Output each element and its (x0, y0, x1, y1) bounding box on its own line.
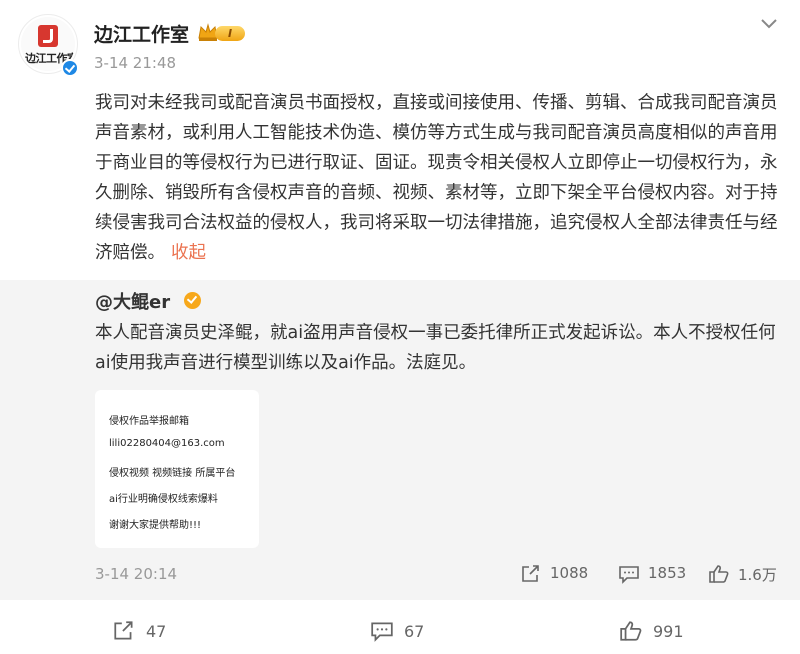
repost-share-count: 1088 (550, 564, 589, 582)
share-icon (114, 621, 133, 640)
chevron-down-icon[interactable] (760, 18, 778, 30)
logo-mark-icon (38, 25, 58, 47)
avatar[interactable]: 边江工作室 (18, 14, 79, 77)
thumbs-up-icon (709, 565, 729, 583)
thumbs-up-icon (620, 621, 642, 641)
image-text-line: 谢谢大家提供帮助!!! (109, 520, 202, 531)
post-text-content: 我司对未经我司或配音演员书面授权，直接或间接使用、传播、剪辑、合成我司配音演员声… (95, 93, 778, 263)
vip-level-badge[interactable]: I (215, 26, 245, 41)
post-text: 我司对未经我司或配音演员书面授权，直接或间接使用、传播、剪辑、合成我司配音演员声… (95, 88, 785, 268)
image-text-line: ai行业明确侵权线索爆料 (109, 494, 218, 505)
repost-card[interactable]: @大鲲er 本人配音演员史泽鲲，就ai盗用声音侵权一事已委托律所正式发起诉讼。本… (0, 280, 800, 600)
repost-image[interactable]: 侵权作品举报邮箱 lili02280404@163.com 侵权视频 视频链接 … (95, 390, 259, 548)
image-text-line: lili02280404@163.com (109, 438, 225, 449)
comment-icon (371, 622, 393, 642)
collapse-link[interactable]: 收起 (171, 243, 206, 263)
comment-count: 67 (404, 622, 425, 641)
gold-verified-icon (184, 292, 201, 309)
repost-text: 本人配音演员史泽鲲，就ai盗用声音侵权一事已委托律所正式发起诉讼。本人不授权任何… (95, 323, 776, 373)
repost-like-count: 1.6万 (738, 566, 777, 584)
image-text-line: 侵权视频 视频链接 所属平台 (109, 468, 236, 479)
post-time[interactable]: 3-14 21:48 (94, 54, 176, 72)
image-text-line: 侵权作品举报邮箱 (109, 416, 189, 427)
comment-icon (619, 566, 639, 584)
verified-badge-icon (61, 59, 79, 77)
share-icon (522, 565, 539, 582)
repost-time[interactable]: 3-14 20:14 (95, 565, 177, 583)
username[interactable]: 边江工作室 (94, 20, 189, 47)
repost-comment-count: 1853 (648, 564, 687, 582)
repost-author[interactable]: @大鲲er (95, 288, 170, 314)
share-count: 47 (146, 622, 167, 641)
like-count: 991 (653, 622, 684, 641)
